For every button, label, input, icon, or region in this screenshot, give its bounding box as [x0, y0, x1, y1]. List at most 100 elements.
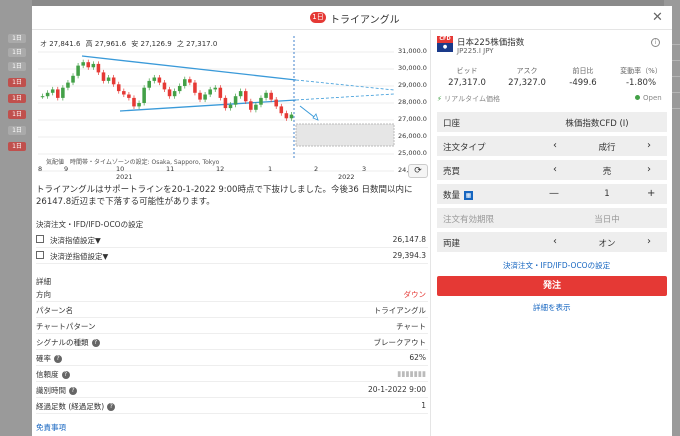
candle	[259, 97, 263, 105]
expiry-row: 注文有効期限 当日中	[437, 208, 667, 228]
candle	[101, 72, 106, 81]
candle	[162, 82, 167, 90]
expiry-value: 当日中	[594, 215, 620, 225]
bg-badge: 1日	[8, 48, 26, 57]
calculator-icon[interactable]: ▦	[464, 191, 474, 200]
y-tick: 25,000.0	[398, 149, 427, 157]
detail-label: チャートパターン	[36, 322, 96, 331]
y-tick: 27,000.0	[398, 115, 427, 123]
x-tick: 10	[116, 165, 125, 173]
price-chart[interactable]: オ 27,841.6 高 27,961.6 安 27,126.9 之 27,31…	[32, 30, 430, 181]
reliability-bar: ▮▮▮▮▮▮▮	[397, 369, 426, 378]
detail-row-reliability: 信頼度? ▮▮▮▮▮▮▮	[36, 366, 428, 382]
ask-price: 27,327.0	[508, 78, 546, 88]
info-icon[interactable]: i	[651, 38, 660, 47]
help-icon[interactable]: ?	[69, 387, 77, 395]
take-profit-value: 26,147.8	[392, 235, 426, 244]
stop-loss-checkbox[interactable]	[36, 251, 44, 259]
candle	[122, 91, 126, 95]
candle	[106, 77, 111, 81]
close-icon[interactable]: ✕	[652, 10, 663, 25]
x-tick: 12	[216, 165, 225, 173]
bg-badge: 1日	[8, 94, 26, 103]
place-order-button[interactable]: 発注	[437, 276, 667, 296]
candle	[81, 62, 85, 66]
quantity-input[interactable]: 1	[557, 189, 657, 199]
show-details-link[interactable]: 詳細を表示	[533, 302, 571, 313]
help-icon[interactable]: ?	[91, 339, 100, 347]
candle	[132, 97, 136, 107]
change-label: 前日比	[572, 67, 594, 75]
candle	[228, 104, 233, 109]
stop-loss-row[interactable]: 決済逆指値設定▼ 29,394.3	[36, 248, 428, 264]
timeframe-badge: 1日	[310, 12, 326, 23]
expiry-label: 注文有効期限	[443, 215, 495, 225]
x-year-label: 2021	[116, 173, 133, 181]
candle	[218, 87, 223, 98]
stop-loss-label[interactable]: 決済逆指値設定▼	[50, 251, 108, 262]
candle	[142, 87, 146, 103]
bid-label: ビッド	[456, 67, 478, 75]
candle	[264, 92, 268, 98]
bg-badge: 1日	[8, 142, 26, 151]
candle	[213, 87, 218, 90]
detail-row-chart-pattern: チャートパターン チャート	[36, 318, 428, 334]
settlement-settings-link[interactable]: 決済注文・IFD/IFD-OCOの設定	[503, 260, 610, 271]
detail-value: 62%	[409, 353, 426, 362]
hedge-value: オン	[598, 239, 616, 249]
candle	[188, 79, 192, 83]
help-icon[interactable]: ?	[61, 371, 70, 379]
detail-row-time: 識別時間? 20-1-2022 9:00	[36, 382, 428, 398]
bg-badge: 1日	[8, 126, 26, 135]
account-row[interactable]: 口座 株価指数CFD (I)	[437, 112, 667, 132]
detail-value: 1	[421, 401, 426, 410]
bg-badge: 1日	[8, 34, 26, 43]
detail-label: パターン名	[36, 306, 74, 315]
detail-value-direction: ダウン	[403, 290, 427, 299]
take-profit-checkbox[interactable]	[36, 235, 44, 243]
bg-badge: 1日	[8, 78, 26, 87]
x-tick: 8	[38, 165, 43, 173]
ask-label: アスク	[516, 67, 538, 75]
disclaimer-link[interactable]: 免責事項	[36, 422, 66, 433]
y-tick: 30,000.0	[398, 64, 427, 72]
side-label: 売買	[443, 167, 461, 177]
detail-label: 識別時間?	[36, 385, 77, 396]
realtime-label: ⚡ リアルタイム価格	[437, 95, 500, 103]
bid-price: 27,317.0	[448, 78, 486, 88]
refresh-icon[interactable]: ⟳	[408, 164, 428, 178]
detail-row-probability: 確率? 62%	[36, 350, 428, 366]
order-type-value: 成行	[598, 143, 616, 153]
x-tick: 1	[268, 165, 273, 173]
candle	[249, 101, 253, 110]
take-profit-label[interactable]: 決済指値設定▼	[50, 235, 101, 246]
plus-button[interactable]: +	[647, 188, 655, 199]
candle	[152, 77, 157, 81]
candle	[223, 97, 228, 109]
candle	[76, 65, 80, 76]
candle	[238, 91, 243, 97]
side-value: 売	[602, 167, 612, 177]
chevron-right-icon[interactable]: ›	[647, 164, 651, 175]
detail-label: 経過足数 (経過足数)?	[36, 401, 116, 412]
help-icon[interactable]: ?	[54, 355, 62, 363]
candle	[289, 114, 294, 119]
chevron-right-icon[interactable]: ›	[647, 236, 651, 247]
order-type-label: 注文タイプ	[443, 143, 486, 153]
detail-value: チャート	[396, 322, 426, 331]
pattern-description: トライアングルはサポートラインを20-1-2022 9:00時点で下抜けしました…	[36, 185, 413, 207]
candle	[91, 63, 96, 68]
rate-value: -1.80%	[625, 78, 657, 88]
rate-label: 変動率（%）	[620, 67, 662, 75]
candle	[137, 103, 141, 107]
detail-label: シグナルの種類?	[36, 337, 100, 348]
account-label: 口座	[443, 119, 461, 129]
candle	[50, 89, 55, 93]
x-year-label: 2022	[338, 173, 355, 181]
side-row: 売買 ‹ 売 ›	[437, 160, 667, 180]
help-icon[interactable]: ?	[107, 403, 116, 411]
cfd-icon: CFD ●	[437, 36, 453, 52]
detail-value: トライアングル	[373, 306, 426, 315]
chevron-right-icon[interactable]: ›	[647, 140, 651, 151]
take-profit-row[interactable]: 決済指値設定▼ 26,147.8	[36, 232, 428, 248]
